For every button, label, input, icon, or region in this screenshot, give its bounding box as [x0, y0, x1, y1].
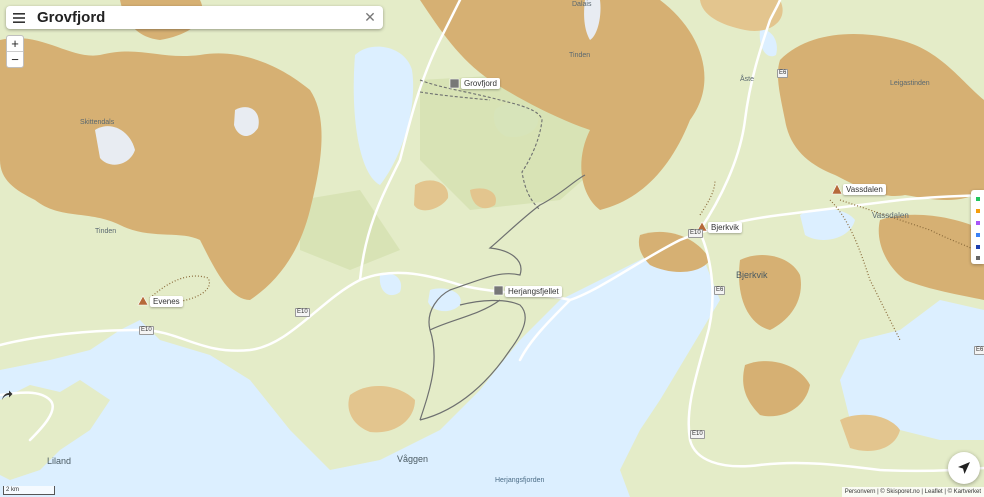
locate-button[interactable] — [948, 452, 980, 484]
locate-arrow-icon — [958, 462, 970, 474]
skisporet-link[interactable]: Skisporet.no — [886, 489, 919, 495]
scale-bar: 2 km — [3, 486, 55, 495]
poi-label-bjerkvik[interactable]: Bjerkvik — [708, 222, 743, 233]
poi-label-grovfjord[interactable]: Grovfjord — [461, 78, 500, 89]
road-shield: E6 — [714, 286, 726, 295]
road-shield: E10 — [690, 430, 705, 439]
map-label-leigastinden: Leigastinden — [890, 80, 930, 87]
attribution-separator: | © — [942, 489, 954, 495]
layer-legend[interactable] — [971, 190, 984, 264]
legend-swatch[interactable] — [976, 221, 980, 225]
poi-label-vassdalen[interactable]: Vassdalen — [843, 184, 886, 195]
poi-label-herjangsfjellet[interactable]: Herjangsfjellet — [505, 286, 562, 297]
map-label-tinden: Tinden — [95, 228, 117, 235]
map-canvas[interactable] — [0, 0, 984, 497]
close-icon[interactable]: ✕ — [361, 9, 379, 26]
map-label-dalais: Dalais — [572, 1, 592, 8]
map-label-skittendalas: Skittendals — [80, 119, 115, 126]
road-shield: E6 — [777, 69, 789, 78]
zoom-out-button[interactable]: − — [7, 51, 23, 67]
town-label-vaggen: Våggen — [397, 454, 429, 464]
zoom-control: + − — [6, 35, 24, 68]
kartverket-link[interactable]: Kartverket — [954, 489, 981, 495]
legend-swatch[interactable] — [976, 256, 980, 260]
map-label-aste: Åste — [740, 76, 755, 83]
search-bar[interactable]: Grovfjord ✕ — [6, 6, 383, 29]
legend-swatch[interactable] — [976, 209, 980, 213]
road-shield: E6 — [974, 346, 984, 355]
share-arrow-icon[interactable] — [1, 390, 15, 404]
town-label-liland: Liland — [47, 456, 72, 466]
town-label-bjerkvik: Bjerkvik — [736, 270, 768, 280]
map-label-vassdalen: Vassdalen — [872, 211, 909, 220]
road-shield: E10 — [688, 229, 703, 238]
legend-swatch[interactable] — [976, 233, 980, 237]
zoom-in-button[interactable]: + — [7, 36, 23, 51]
road-shield: E10 — [295, 308, 310, 317]
lift-square-icon[interactable] — [449, 78, 460, 89]
leaflet-link[interactable]: Leaflet — [925, 489, 943, 495]
hamburger-icon[interactable] — [8, 6, 30, 29]
poi-label-evenes[interactable]: Evenes — [150, 296, 183, 307]
privacy-link[interactable]: Personvern — [845, 489, 876, 495]
legend-swatch[interactable] — [976, 245, 980, 249]
lift-square-icon[interactable] — [493, 285, 504, 296]
road-shield: E10 — [139, 326, 154, 335]
fjord-label-herjangsfjorden: Herjangsfjorden — [495, 477, 545, 484]
attribution: Personvern | © Skisporet.no | Leaflet | … — [841, 487, 984, 497]
legend-swatch[interactable] — [976, 197, 980, 201]
attribution-separator: | © — [875, 489, 887, 495]
map-label-tinden: Tinden — [569, 52, 591, 59]
search-title[interactable]: Grovfjord — [37, 9, 361, 26]
